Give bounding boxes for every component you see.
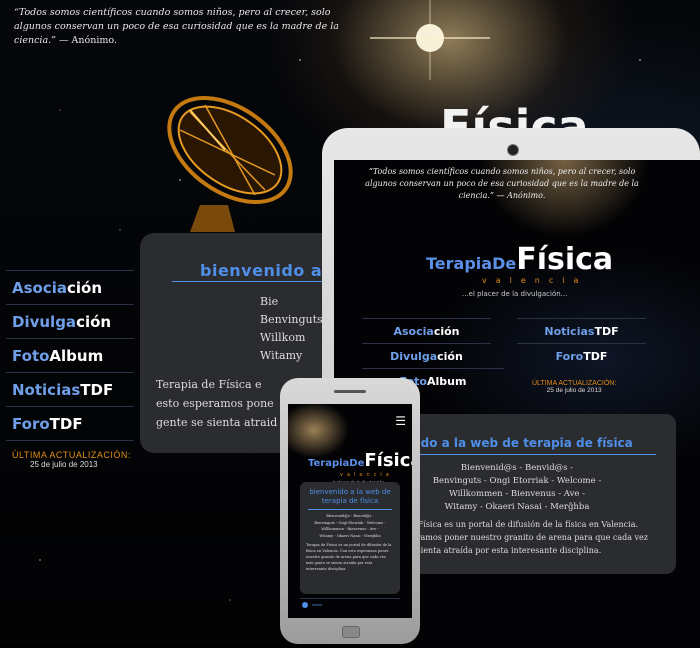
last-update-date: 25 de julio de 2013	[30, 460, 98, 469]
tablet-description: a de Física es un portal de difusión de …	[398, 520, 648, 555]
tablet-logo[interactable]: TerapiaDeFísica valencia ...el placer de…	[426, 242, 613, 298]
nav-item-forotdf[interactable]: Foro TDF	[6, 406, 134, 441]
tablet-nav-divulgacion[interactable]: Divulga ción	[362, 343, 491, 368]
tablet-last-update: ÚLTIMA ACTUALIZACIÓN: 25 de julio de 201…	[532, 380, 617, 394]
welcome-title: bienvenido a	[200, 261, 323, 280]
star-flare	[370, 0, 490, 80]
tablet-quote: “Todos somos científicos cuando somos ni…	[365, 167, 639, 200]
phone-footer: www	[300, 598, 400, 611]
tablet-camera	[507, 144, 519, 156]
phone-logo[interactable]: TerapiaDeFísica valencia ...el placer de…	[308, 450, 412, 485]
phone-device-mockup: ☰ TerapiaDeFísica valencia ...el placer …	[280, 378, 420, 644]
tablet-welcome-title: venido a la web de terapia de física	[392, 436, 633, 450]
phone-home-button[interactable]	[342, 626, 360, 638]
phone-welcome-title: bienvenido a la web de terapia de física	[309, 488, 391, 505]
welcome-greetings: Bie Benvinguts Willkom Witamy	[260, 295, 323, 362]
phone-speaker	[334, 390, 366, 393]
hamburger-menu-icon[interactable]: ☰	[395, 414, 406, 428]
nav-item-fotoalbum[interactable]: Foto Album	[6, 338, 134, 372]
quote-author: — Anónimo.	[59, 35, 117, 46]
tablet-nav-noticiastdf[interactable]: Noticias TDF	[517, 318, 646, 343]
last-update-label: ÚLTIMA ACTUALIZACIÓN:	[12, 450, 131, 460]
nav-item-asociacion[interactable]: Asocia ción	[6, 270, 134, 304]
satellite-dish-illustration	[167, 95, 293, 232]
phone-greetings: Bienvenid@s - Benvid@s - Benvinguts - On…	[314, 514, 386, 538]
globe-icon	[302, 602, 308, 608]
header-quote: “Todos somos científicos cuando somos ni…	[14, 6, 344, 48]
phone-screen: ☰ TerapiaDeFísica valencia ...el placer …	[288, 404, 412, 618]
nav-item-noticiastdf[interactable]: Noticias TDF	[6, 372, 134, 406]
tablet-nav-asociacion[interactable]: Asocia ción	[362, 318, 491, 343]
main-nav: Asocia ción Divulga ción Foto Album Noticia…	[6, 270, 134, 441]
phone-description: Terapia de Física es un portal de difusi…	[306, 543, 392, 571]
nav-item-divulgacion[interactable]: Divulga ción	[6, 304, 134, 338]
last-update: ÚLTIMA ACTUALIZACIÓN: 25 de julio de 201…	[12, 450, 131, 469]
tablet-nav-forotdf[interactable]: Foro TDF	[517, 343, 646, 368]
phone-welcome-panel: bienvenido a la web de terapia de física…	[300, 482, 400, 594]
